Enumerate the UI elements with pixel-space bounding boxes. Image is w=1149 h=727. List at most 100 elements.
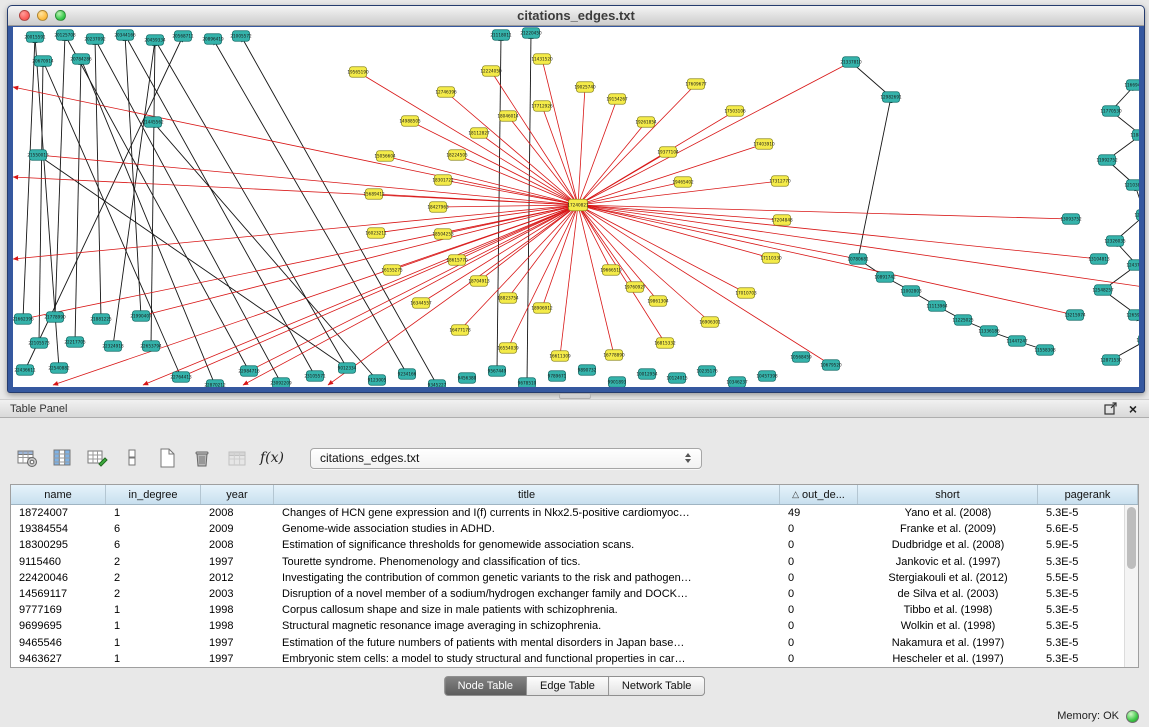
graph-node[interactable]: 12548257 [1092, 285, 1114, 296]
graph-node[interactable]: 12746396 [435, 87, 457, 98]
graph-node[interactable]: 18224505 [446, 150, 468, 161]
graph-node[interactable]: 20237092 [84, 34, 106, 45]
graph-node[interactable]: 11992752 [1096, 155, 1118, 166]
graph-node[interactable]: 16611309 [549, 351, 571, 362]
float-panel-icon[interactable] [1104, 402, 1117, 415]
graph-node[interactable]: 22105573 [28, 338, 50, 349]
graph-node[interactable]: 9890732 [578, 365, 597, 376]
graph-node[interactable]: 16023211 [365, 228, 387, 239]
graph-node[interactable]: 10012954 [636, 369, 658, 380]
graph-node[interactable]: 21990407 [130, 311, 152, 322]
graph-node[interactable]: 11881691 [1130, 130, 1139, 141]
graph-node[interactable]: 11113964 [926, 301, 948, 312]
row-options-icon[interactable] [119, 445, 145, 471]
graph-node[interactable]: 11558308 [1034, 345, 1056, 356]
citation-network-graph[interactable]: 17240821 11431520 12224050 12746396 14988505… [13, 27, 1139, 387]
graph-node[interactable]: 21550013 [27, 150, 49, 161]
graph-node[interactable]: 18504253 [432, 229, 454, 240]
graph-node[interactable]: 20125708 [54, 30, 76, 41]
graph-node[interactable]: 16344557 [410, 298, 432, 309]
graph-node[interactable]: 11770530 [1100, 106, 1122, 117]
graph-node[interactable]: 16155275 [381, 265, 403, 276]
graph-node[interactable]: 19025740 [574, 82, 596, 93]
graph-node[interactable]: 16554039 [497, 343, 519, 354]
graph-node[interactable]: 19666519 [600, 265, 622, 276]
graph-node[interactable]: 21220450 [520, 28, 542, 39]
function-builder-icon[interactable]: f(x) [259, 445, 285, 471]
graph-node[interactable]: 10124015 [666, 373, 688, 384]
graph-node[interactable]: 11336186 [978, 326, 1000, 337]
graph-node[interactable]: 18301721 [432, 175, 454, 186]
graph-node[interactable]: 17204848 [771, 215, 793, 226]
graph-node[interactable]: 18615770 [446, 255, 468, 266]
graph-node[interactable]: 12659318 [1126, 310, 1139, 321]
graph-node[interactable]: 19465402 [672, 177, 694, 188]
graph-node[interactable]: 15056604 [374, 151, 396, 162]
table-selector-dropdown[interactable]: citations_edges.txt [310, 448, 702, 469]
graph-node[interactable]: 12214974 [1134, 210, 1139, 221]
graph-node[interactable]: 18823754 [497, 293, 519, 304]
column-header-pagerank[interactable]: pagerank [1038, 485, 1138, 504]
graph-node[interactable]: 13104813 [1088, 254, 1110, 265]
graph-node[interactable]: 22984716 [238, 366, 260, 377]
tab-node-table[interactable]: Node Table [444, 676, 527, 696]
graph-node[interactable]: 19377104 [657, 147, 679, 158]
graph-node[interactable]: 11225025 [952, 315, 974, 326]
column-header-short[interactable]: short [858, 485, 1038, 504]
graph-node[interactable]: 13215974 [1064, 310, 1086, 321]
graph-node[interactable]: 19861304 [647, 296, 669, 307]
graph-node[interactable]: 11431520 [531, 54, 553, 65]
graph-node[interactable]: 19261854 [635, 117, 657, 128]
graph-node[interactable]: 9234166 [398, 369, 417, 380]
graph-node[interactable]: 23092209 [270, 378, 292, 387]
graph-node[interactable]: 10568459 [790, 352, 812, 363]
graph-node[interactable]: 15689412 [363, 189, 385, 200]
graph-node[interactable]: 9678510 [518, 378, 537, 387]
table-row[interactable]: 1830029562008Estimation of significance … [11, 537, 1138, 553]
graph-node[interactable]: 14988505 [399, 116, 421, 127]
graph-node[interactable]: 12224050 [480, 66, 502, 77]
table-row[interactable]: 911546021997Tourette syndrome. Phenomeno… [11, 554, 1138, 570]
window-titlebar[interactable]: citations_edges.txt [8, 6, 1144, 26]
graph-node[interactable]: 17609677 [685, 79, 707, 90]
graph-node[interactable]: 18046014 [497, 111, 519, 122]
graph-node[interactable]: 21445562 [142, 117, 164, 128]
graph-node[interactable]: 9456388 [458, 373, 477, 384]
memory-status-indicator[interactable] [1126, 710, 1139, 723]
graph-node[interactable]: 9567449 [488, 366, 507, 377]
column-header-in_degree[interactable]: in_degree [106, 485, 201, 504]
graph-node[interactable]: 17503106 [724, 106, 746, 117]
column-header-name[interactable]: name [11, 485, 106, 504]
table-row[interactable]: 946362711997Embryonic stem cells: a mode… [11, 651, 1138, 667]
graph-node[interactable]: 19154267 [606, 94, 628, 105]
graph-node[interactable]: 16477178 [449, 325, 471, 336]
edit-table-icon[interactable] [84, 445, 110, 471]
table-row[interactable]: 969969511998Structural magnetic resonanc… [11, 618, 1138, 634]
import-table-icon[interactable] [224, 445, 250, 471]
tab-network-table[interactable]: Network Table [609, 676, 706, 696]
graph-node[interactable]: 21778990 [44, 312, 66, 323]
graph-node[interactable]: 19760927 [624, 282, 646, 293]
create-table-icon[interactable] [154, 445, 180, 471]
panel-splitter[interactable] [0, 391, 1149, 399]
graph-node[interactable]: 22324918 [102, 341, 124, 352]
close-panel-icon[interactable]: × [1129, 402, 1137, 416]
graph-node[interactable]: 19565190 [347, 67, 369, 78]
network-canvas[interactable]: 17240821 11431520 12224050 12746396 14988505… [13, 27, 1139, 387]
show-columns-icon[interactable] [49, 445, 75, 471]
graph-node[interactable]: 20784286 [70, 54, 92, 65]
zoom-window-button[interactable] [55, 10, 66, 21]
graph-node[interactable]: 12982691 [880, 92, 902, 103]
graph-node[interactable]: 17240821 [567, 199, 589, 211]
graph-node[interactable]: 20896419 [202, 34, 224, 45]
graph-node[interactable]: 20459334 [144, 35, 166, 46]
graph-node[interactable]: 20344166 [114, 30, 136, 41]
graph-node[interactable]: 10235176 [696, 366, 718, 377]
graph-node[interactable]: 20568711 [172, 31, 194, 42]
graph-node[interactable]: 21118011 [490, 30, 512, 41]
table-row[interactable]: 1872400712008Changes of HCN gene express… [11, 505, 1138, 521]
graph-node[interactable]: 10457398 [756, 371, 778, 382]
graph-node[interactable]: 22540882 [48, 363, 70, 374]
graph-node[interactable]: 21337810 [840, 57, 862, 68]
scrollbar-thumb[interactable] [1127, 507, 1136, 569]
